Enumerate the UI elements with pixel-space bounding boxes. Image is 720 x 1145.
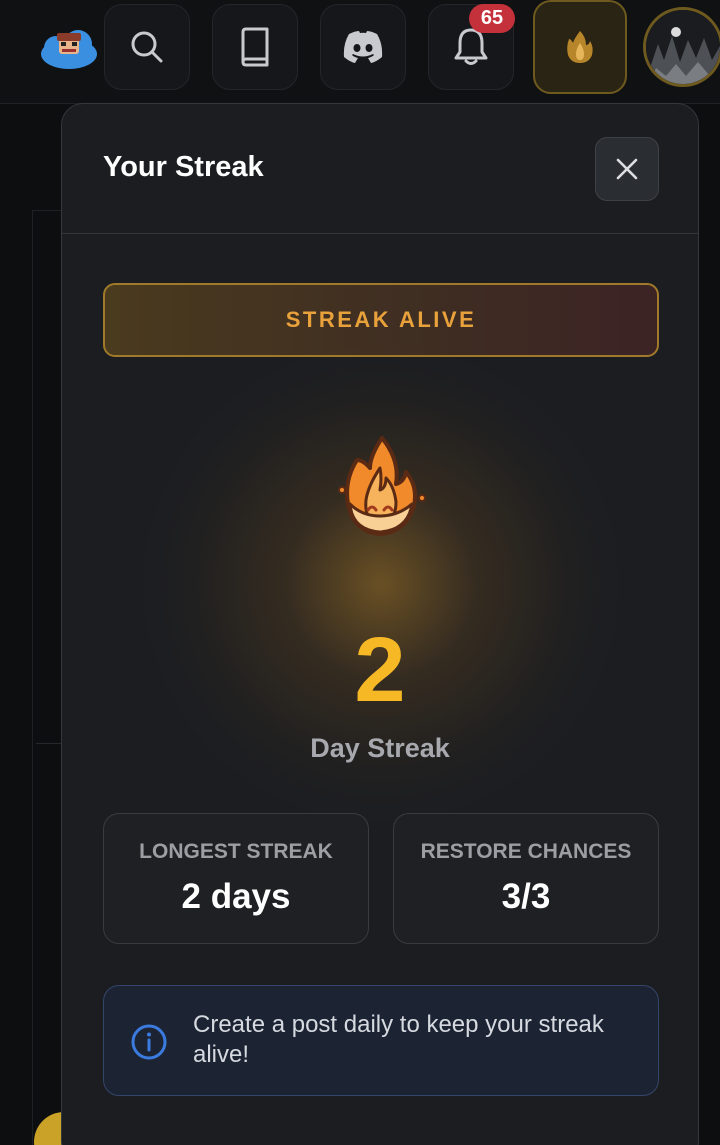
discord-button[interactable] — [320, 4, 406, 90]
longest-streak-value: 2 days — [181, 877, 291, 916]
search-button[interactable] — [104, 4, 190, 90]
site-logo[interactable] — [38, 24, 100, 72]
discord-icon — [343, 31, 383, 63]
flame-icon — [567, 31, 593, 63]
streak-info-text: Create a post daily to keep your streak … — [193, 1011, 604, 1068]
longest-streak-label: LONGEST STREAK — [139, 840, 333, 863]
notification-badge: 65 — [469, 4, 515, 33]
streak-status-text: STREAK ALIVE — [285, 307, 477, 332]
longest-streak-card: LONGEST STREAK 2 days — [103, 813, 369, 944]
flame-icon — [338, 436, 426, 536]
restore-chances-value: 3/3 — [501, 877, 551, 916]
guide-button[interactable] — [212, 4, 298, 90]
top-nav-bar: 65 — [0, 0, 720, 104]
page: 65 Your Streak STREAK ALIVE 2 Day Streak… — [0, 0, 720, 1145]
streak-label: Day Streak — [310, 733, 450, 763]
info-icon — [131, 1024, 167, 1060]
close-button[interactable] — [595, 137, 659, 201]
streak-info-box: Create a post daily to keep your streak … — [103, 985, 659, 1096]
restore-chances-card: RESTORE CHANCES 3/3 — [393, 813, 659, 944]
streak-button[interactable] — [533, 0, 627, 94]
search-icon — [131, 31, 163, 63]
user-avatar[interactable] — [643, 7, 720, 87]
restore-chances-label: RESTORE CHANCES — [420, 840, 632, 863]
streak-count: 2 — [354, 619, 406, 721]
modal-title: Your Streak — [103, 151, 264, 183]
modal-header: Your Streak — [62, 104, 698, 234]
book-icon — [241, 27, 269, 67]
close-icon — [616, 158, 638, 180]
streak-modal: Your Streak STREAK ALIVE 2 Day Streak LO… — [61, 103, 699, 1145]
